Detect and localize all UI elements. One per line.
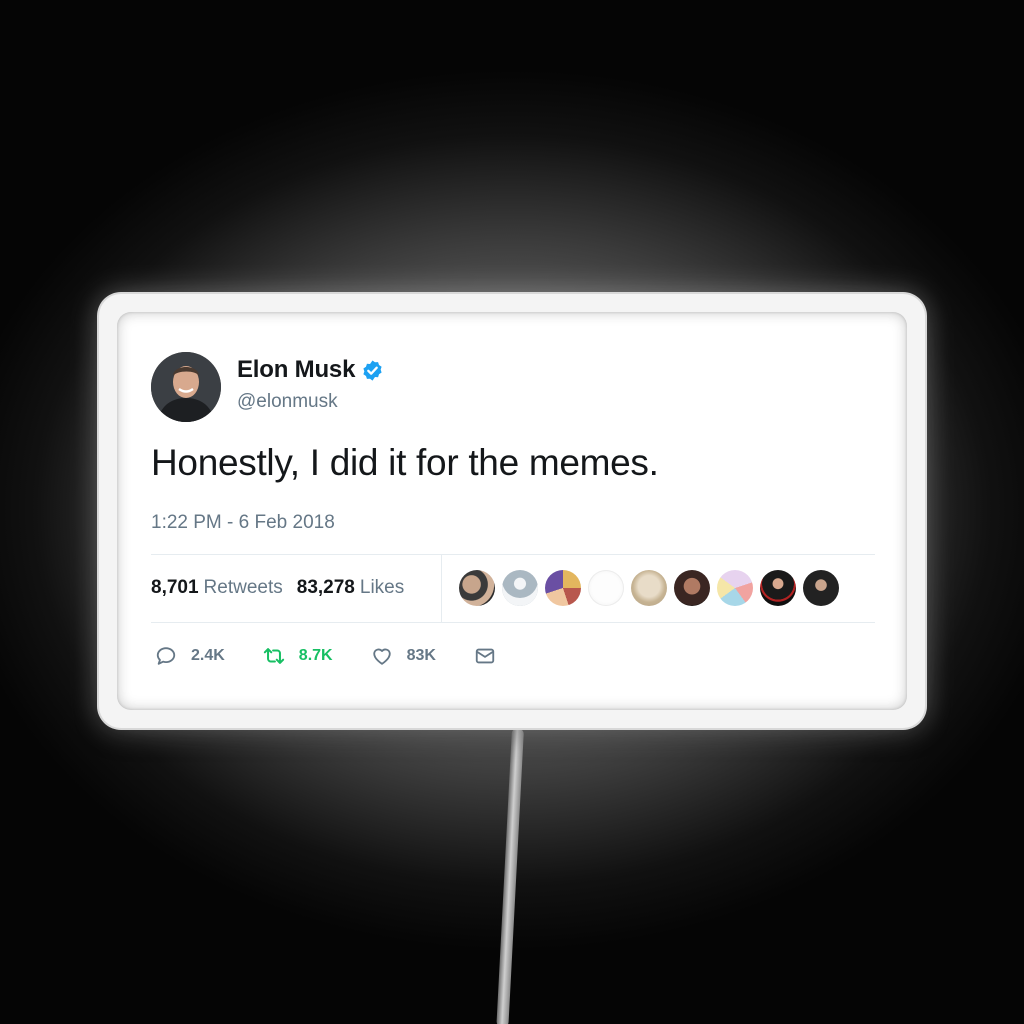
envelope-icon [475,648,495,664]
liker-avatar[interactable] [717,570,753,606]
direct-message-button[interactable] [474,645,510,667]
liker-avatars [459,570,839,606]
author-avatar[interactable] [151,352,221,422]
liker-avatar[interactable] [760,570,796,606]
retweet-icon [263,648,284,664]
author-name[interactable]: Elon Musk [237,356,355,384]
heart-icon [372,648,391,665]
liker-avatar[interactable] [545,570,581,606]
liker-avatar[interactable] [502,570,538,606]
likes-label[interactable]: Likes [360,577,404,599]
tweet-card: Elon Musk @elonmusk Honestly, I did it f… [117,312,907,710]
tweet-text: Honestly, I did it for the memes. [151,442,659,483]
lightbox-frame: Elon Musk @elonmusk Honestly, I did it f… [99,294,925,728]
stats-separator [441,555,442,622]
likes-count[interactable]: 83,278 [297,577,355,599]
retweet-count: 8.7K [298,647,333,664]
like-count: 83K [406,647,436,664]
retweets-label[interactable]: Retweets [204,577,283,599]
reply-count: 2.4K [191,647,225,664]
verified-badge-icon [363,359,382,381]
liker-avatar[interactable] [588,570,624,606]
liker-avatar[interactable] [459,570,495,606]
tweet-timestamp[interactable]: 1:22 PM - 6 Feb 2018 [151,512,335,534]
author-name-row: Elon Musk [237,356,384,384]
tweet-actions: 2.4K 8.7K 83K [155,642,548,670]
engagement-stats: 8,701 Retweets 83,278 Likes [151,570,418,606]
author-handle[interactable]: @elonmusk [237,391,384,413]
liker-avatar[interactable] [803,570,839,606]
divider [151,554,875,555]
retweets-count[interactable]: 8,701 [151,577,199,599]
reply-icon [156,647,176,665]
tweet-author: Elon Musk @elonmusk [237,356,384,413]
reply-button[interactable]: 2.4K [155,645,225,667]
like-button[interactable]: 83K [371,645,436,667]
power-cable [496,727,524,1024]
liker-avatar[interactable] [674,570,710,606]
divider [151,622,875,623]
liker-avatar[interactable] [631,570,667,606]
retweet-button[interactable]: 8.7K [263,645,333,667]
